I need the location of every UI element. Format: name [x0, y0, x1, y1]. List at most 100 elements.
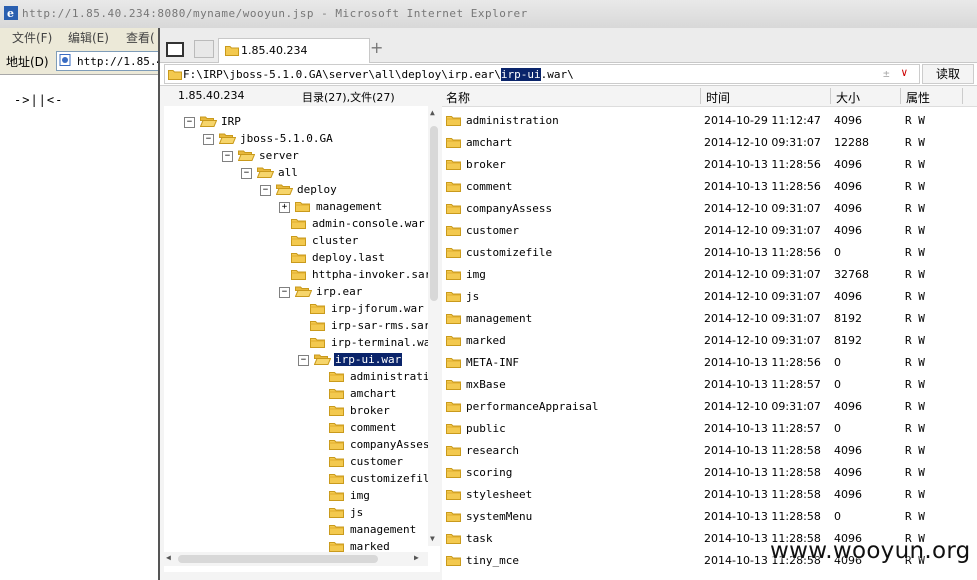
column-time[interactable]: 时间	[706, 89, 730, 106]
file-time: 2014-10-13 11:28:57	[704, 422, 821, 435]
file-name: js	[466, 290, 480, 303]
file-row[interactable]: comment 2014-10-13 11:28:56 4096 R W	[442, 175, 977, 197]
window-title: http://1.85.40.234:8080/myname/wooyun.js…	[22, 7, 528, 20]
file-row[interactable]: companyAssess 2014-12-10 09:31:07 4096 R W	[442, 197, 977, 219]
sidebar-toggle-icon[interactable]	[166, 42, 184, 57]
menu-view[interactable]: 查看(	[126, 29, 155, 46]
scroll-left-icon[interactable]: ◀	[166, 553, 171, 562]
folder-icon	[295, 200, 310, 215]
tree-node-label: jboss-5.1.0.GA	[240, 132, 333, 145]
file-size: 4096	[834, 466, 862, 479]
file-row[interactable]: mxBase 2014-10-13 11:28:57 0 R W	[442, 373, 977, 395]
collapse-icon[interactable]: −	[260, 185, 271, 196]
path-bar: F:\IRP\jboss-5.1.0.GA\server\all\deploy\…	[160, 63, 977, 86]
open-folder-icon	[256, 166, 275, 181]
column-separator[interactable]	[900, 88, 901, 104]
file-row[interactable]: research 2014-10-13 11:28:58 4096 R W	[442, 439, 977, 461]
tree-vscrollbar[interactable]: ▲ ▼	[428, 106, 440, 546]
file-row[interactable]: administration 2014-10-29 11:12:47 4096 R W	[442, 109, 977, 131]
file-name: img	[466, 268, 486, 281]
folder-icon	[291, 217, 306, 232]
menu-file[interactable]: 文件(F)	[12, 29, 52, 46]
file-row[interactable]: management 2014-12-10 09:31:07 8192 R W	[442, 307, 977, 329]
scroll-up-icon[interactable]: ▲	[430, 108, 435, 117]
tree-node-label: comment	[350, 421, 397, 434]
file-list-header: 名称 时间 大小 属性	[442, 86, 977, 107]
tree-node-label: IRP	[221, 115, 241, 128]
file-attr: R W	[905, 180, 925, 193]
scroll-right-icon[interactable]: ▶	[414, 553, 419, 562]
column-attr[interactable]: 属性	[906, 89, 930, 106]
folder-icon	[446, 400, 461, 415]
folder-icon	[446, 532, 461, 547]
collapse-icon[interactable]: −	[184, 117, 195, 128]
file-size: 4096	[834, 224, 862, 237]
folder-icon	[329, 421, 344, 436]
watermark: www.wooyun.org	[770, 538, 971, 564]
open-folder-icon	[218, 132, 237, 147]
address-input[interactable]: http://1.85.40	[56, 51, 168, 71]
collapse-icon[interactable]: −	[203, 134, 214, 145]
tree-node-label: img	[350, 489, 370, 502]
plusminus-icon[interactable]: ±	[883, 67, 890, 80]
collapse-icon[interactable]: −	[222, 151, 233, 162]
file-time: 2014-12-10 09:31:07	[704, 202, 821, 215]
scroll-down-icon[interactable]: ▼	[430, 534, 435, 543]
tree-hscrollbar[interactable]: ◀ ▶	[164, 552, 428, 566]
collapse-icon[interactable]: −	[241, 168, 252, 179]
column-separator[interactable]	[700, 88, 701, 104]
file-row[interactable]: performanceAppraisal 2014-12-10 09:31:07 4…	[442, 395, 977, 417]
read-button[interactable]: 读取	[922, 64, 974, 84]
path-input[interactable]: F:\IRP\jboss-5.1.0.GA\server\all\deploy\…	[164, 64, 920, 84]
page-output-text: ->||<-	[14, 93, 64, 107]
expand-icon[interactable]: +	[279, 202, 290, 213]
file-name: management	[466, 312, 533, 325]
file-row[interactable]: stylesheet 2014-10-13 11:28:58 4096 R W	[442, 483, 977, 505]
file-row[interactable]: amchart 2014-12-10 09:31:07 12288 R W	[442, 131, 977, 153]
file-row[interactable]: broker 2014-10-13 11:28:56 4096 R W	[442, 153, 977, 175]
tab-host[interactable]: 1.85.40.234	[218, 38, 370, 63]
file-list: 名称 时间 大小 属性 administration 2014-10-29 11:…	[442, 86, 977, 580]
tree-hscroll-thumb[interactable]	[178, 555, 378, 563]
file-row[interactable]: img 2014-12-10 09:31:07 32768 R W	[442, 263, 977, 285]
folder-icon	[446, 444, 461, 459]
column-separator[interactable]	[962, 88, 963, 104]
file-size: 0	[834, 246, 841, 259]
collapse-icon[interactable]: −	[298, 355, 309, 366]
file-attr: R W	[905, 202, 925, 215]
file-row[interactable]: customizefile 2014-10-13 11:28:56 0 R W	[442, 241, 977, 263]
tree-node-label: management	[350, 523, 417, 536]
collapse-icon[interactable]: −	[279, 287, 290, 298]
column-size[interactable]: 大小	[836, 89, 860, 106]
plus-icon[interactable]: +	[370, 38, 383, 57]
tree-node-label: irp.ear	[316, 285, 363, 298]
tree-vscroll-thumb[interactable]	[430, 126, 438, 301]
file-name: customer	[466, 224, 519, 237]
tree-node-label: irp-sar-rms.sar	[331, 319, 431, 332]
file-time: 2014-10-13 11:28:56	[704, 356, 821, 369]
file-row[interactable]: js 2014-12-10 09:31:07 4096 R W	[442, 285, 977, 307]
dropdown-icon[interactable]: ∨	[901, 66, 908, 79]
tree-node-label: deploy.last	[312, 251, 385, 264]
tree-node-label: irp-terminal.war	[331, 336, 437, 349]
file-row[interactable]: public 2014-10-13 11:28:57 0 R W	[442, 417, 977, 439]
folder-icon	[446, 466, 461, 481]
menu-edit[interactable]: 编辑(E)	[68, 29, 109, 46]
tab-label: 1.85.40.234	[241, 44, 308, 57]
file-row[interactable]: scoring 2014-10-13 11:28:58 4096 R W	[442, 461, 977, 483]
column-separator[interactable]	[830, 88, 831, 104]
panel-button[interactable]	[194, 40, 214, 58]
file-row[interactable]: marked 2014-12-10 09:31:07 8192 R W	[442, 329, 977, 351]
folder-icon	[291, 234, 306, 249]
file-row[interactable]: META-INF 2014-10-13 11:28:56 0 R W	[442, 351, 977, 373]
tree-host: 1.85.40.234	[178, 89, 245, 102]
folder-icon	[310, 302, 325, 317]
file-row[interactable]: systemMenu 2014-10-13 11:28:58 0 R W	[442, 505, 977, 527]
folder-icon	[329, 472, 344, 487]
file-name: research	[466, 444, 519, 457]
file-time: 2014-12-10 09:31:07	[704, 224, 821, 237]
file-attr: R W	[905, 510, 925, 523]
column-name[interactable]: 名称	[446, 89, 470, 106]
file-attr: R W	[905, 312, 925, 325]
file-row[interactable]: customer 2014-12-10 09:31:07 4096 R W	[442, 219, 977, 241]
